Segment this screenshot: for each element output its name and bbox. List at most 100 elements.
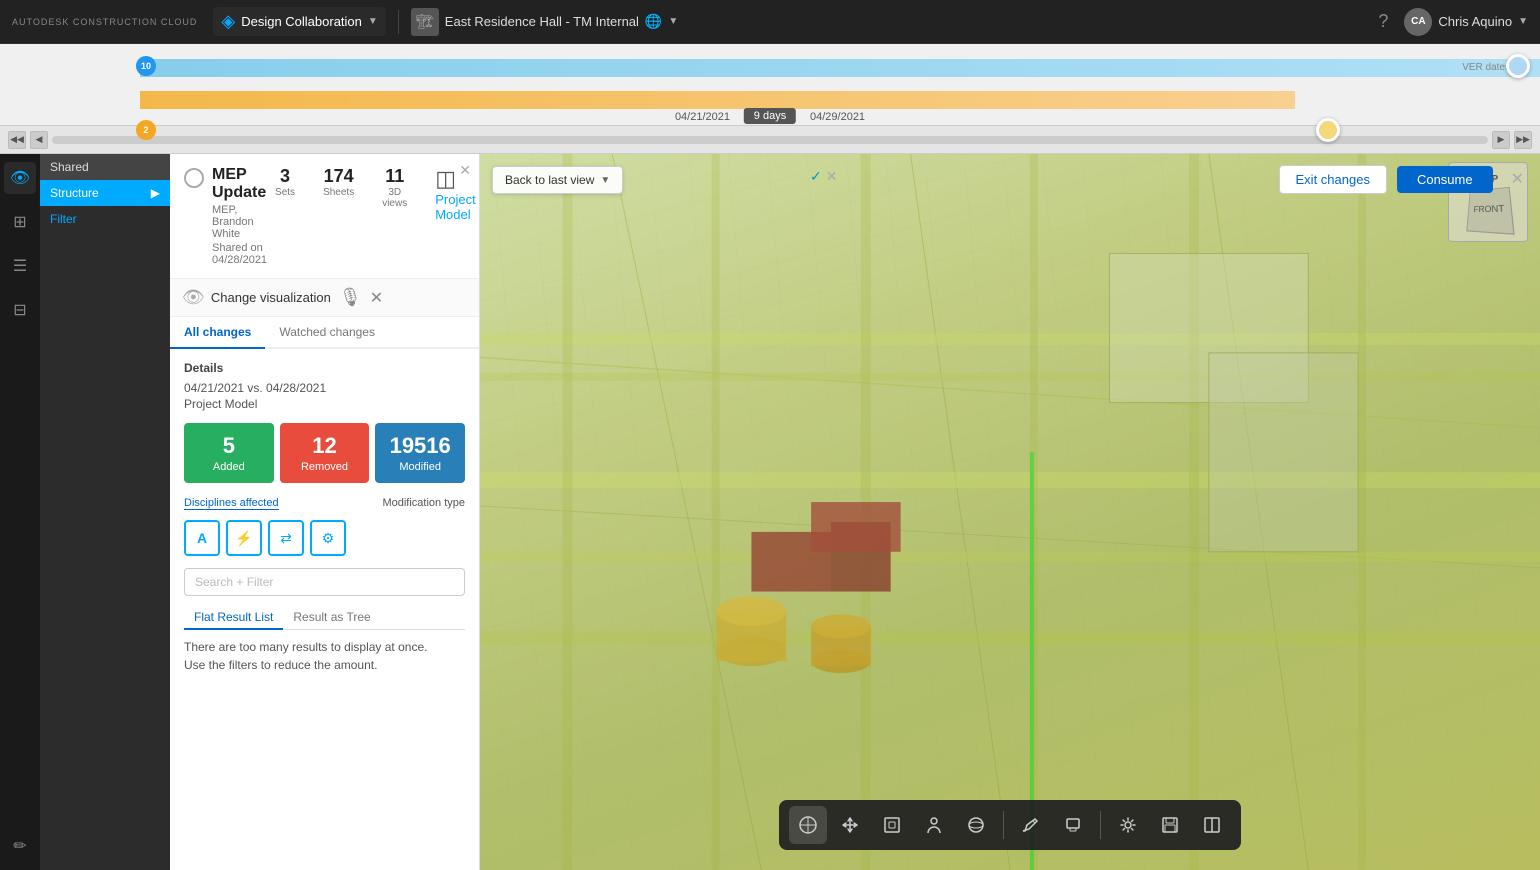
mep-sets-label: Sets: [275, 187, 295, 198]
tab-watched-changes[interactable]: Watched changes: [265, 317, 389, 349]
mep-close-icon[interactable]: ✕: [459, 162, 471, 179]
discipline-tab-modification[interactable]: Modification type: [382, 497, 465, 510]
sidebar-icon-layers[interactable]: ⊞: [4, 206, 36, 238]
badge-blue-count: 10: [141, 61, 151, 71]
toolbar-divider-1: [1003, 811, 1004, 839]
changes-tabs: All changes Watched changes: [170, 317, 479, 349]
sidebar-icon-stack[interactable]: ☰: [4, 250, 36, 282]
discipline-icon-plumb[interactable]: ⇄: [268, 520, 304, 556]
result-tabs: Flat Result List Result as Tree: [184, 606, 465, 630]
viz-title: Change visualization: [211, 290, 331, 305]
result-tab-flat[interactable]: Flat Result List: [184, 606, 283, 630]
toolbar-settings-btn[interactable]: [1109, 806, 1147, 844]
sidebar-icon-pencil[interactable]: ✏: [4, 830, 36, 862]
sidebar-structure-section[interactable]: Structure ▶: [40, 180, 170, 206]
search-filter-input[interactable]: Search + Filter: [184, 568, 465, 596]
user-initials: CA: [1411, 16, 1425, 27]
icon-sidebar: 👁 ⊞ ☰ ⊟ ✏: [0, 154, 40, 870]
timeline-scrubber[interactable]: [52, 136, 1488, 144]
main-layout: 👁 ⊞ ☰ ⊟ ✏ Shared Structure ▶ Filter MEP …: [0, 154, 1540, 870]
removed-count: 12: [286, 433, 364, 459]
timeline-prev-btn[interactable]: ◀: [30, 131, 48, 149]
discipline-icon-mech[interactable]: ⚙: [310, 520, 346, 556]
warning-text: There are too many results to display at…: [184, 638, 465, 674]
modified-count: 19516: [381, 433, 459, 459]
toolbar-fitview-btn[interactable]: [873, 806, 911, 844]
filter-link[interactable]: Filter: [40, 206, 170, 232]
app-name-button[interactable]: ◈ Design Collaboration ▼: [213, 7, 385, 36]
mep-sheets-count: 174: [323, 166, 354, 187]
timeline-track-blue-row: VER 2 10 VER dates: [0, 52, 1540, 84]
badge-orange-count: 2: [143, 125, 148, 135]
nav-front-label: FRONT: [1473, 203, 1504, 214]
timeline-end-btn[interactable]: ▶▶: [1514, 131, 1532, 149]
modified-label: Modified: [381, 461, 459, 473]
user-name-label: Chris Aquino: [1438, 14, 1512, 29]
viz-eye-icon: 👁: [182, 287, 205, 308]
toolbar-save-btn[interactable]: [1151, 806, 1189, 844]
timeline-back-btn[interactable]: ◀◀: [8, 131, 26, 149]
badge-orange: 2: [136, 120, 156, 140]
mep-status-circle: [184, 168, 204, 188]
project-dropdown-icon: ▼: [668, 16, 678, 27]
change-panel: MEP Update MEP, Brandon White Shared on …: [170, 154, 480, 870]
bottom-toolbar: [779, 800, 1241, 850]
toolbar-stamp-btn[interactable]: [1054, 806, 1092, 844]
viewport-close-btn[interactable]: ✕: [1511, 169, 1524, 189]
timeline-tooltip: 9 days: [744, 108, 796, 124]
discipline-icon-elec[interactable]: ⚡: [226, 520, 262, 556]
back-dropdown-arrow: ▼: [600, 175, 610, 186]
nav-separator: [398, 10, 399, 34]
toolbar-pen-btn[interactable]: [1012, 806, 1050, 844]
visualization-header: 👁 Change visualization 🎙 ✕: [170, 279, 479, 317]
toolbar-divider-2: [1100, 811, 1101, 839]
mep-stat-sets: 3 Sets: [275, 166, 295, 222]
exit-changes-button[interactable]: Exit changes: [1279, 165, 1387, 194]
tab-all-changes[interactable]: All changes: [170, 317, 265, 349]
3d-viewport[interactable]: Back to last view ▼ ✓ ✕ Exit changes Con…: [480, 154, 1540, 870]
added-label: Added: [190, 461, 268, 473]
tick-x-btn[interactable]: ✕: [826, 168, 838, 185]
mep-views-count: 11: [382, 166, 407, 187]
mep-model-link[interactable]: Project Model: [435, 192, 475, 222]
project-info: 🏗 East Residence Hall - TM Internal 🌐 ▼: [411, 8, 678, 36]
back-to-view-button[interactable]: Back to last view ▼: [492, 166, 623, 194]
warning-line2: Use the filters to reduce the amount.: [184, 656, 465, 674]
mep-shared-date: Shared on 04/28/2021: [212, 242, 267, 266]
toolbar-split-btn[interactable]: [1193, 806, 1231, 844]
removed-badge: 12 Removed: [280, 423, 370, 483]
user-menu[interactable]: CA Chris Aquino ▼: [1404, 8, 1528, 36]
timeline-next-btn[interactable]: ▶: [1492, 131, 1510, 149]
viz-close-btn[interactable]: ✕: [370, 288, 383, 308]
sidebar-icon-eye[interactable]: 👁: [4, 162, 36, 194]
user-dropdown-icon: ▼: [1518, 16, 1528, 27]
sidebar-structure-label: Structure: [50, 186, 99, 200]
toolbar-orbit-btn[interactable]: [957, 806, 995, 844]
details-section: Details 04/21/2021 vs. 04/28/2021 Projec…: [170, 349, 479, 870]
timeline-area: VER 2 10 VER dates 2 9 days 04/21/2021 0…: [0, 44, 1540, 154]
timeline-date2: 04/29/2021: [810, 111, 865, 123]
toolbar-person-btn[interactable]: [915, 806, 953, 844]
tick-down-btn[interactable]: ✓: [810, 168, 822, 185]
added-count: 5: [190, 433, 268, 459]
mep-author: MEP, Brandon White: [212, 204, 267, 240]
mep-sheets-label: Sheets: [323, 187, 354, 198]
viz-mic-icon[interactable]: 🎙: [339, 287, 362, 308]
warning-line1: There are too many results to display at…: [184, 638, 465, 656]
toolbar-select-btn[interactable]: [789, 806, 827, 844]
result-tab-tree[interactable]: Result as Tree: [283, 606, 380, 630]
timeline-bar-orange: [140, 91, 1295, 109]
timeline-thumb-blue[interactable]: [1506, 54, 1530, 78]
viewport-nav-ticks: ✓ ✕: [810, 168, 837, 185]
sidebar-shared-section: Shared: [40, 154, 170, 180]
discipline-tabs-row: Disciplines affected Modification type: [184, 497, 465, 510]
consume-button[interactable]: Consume: [1397, 166, 1493, 193]
discipline-tab-affected[interactable]: Disciplines affected: [184, 497, 279, 510]
help-icon[interactable]: ?: [1378, 11, 1388, 32]
badge-blue: 10: [136, 56, 156, 76]
mep-update-card: MEP Update MEP, Brandon White Shared on …: [170, 154, 479, 279]
discipline-icon-arch[interactable]: A: [184, 520, 220, 556]
timeline-thumb-orange[interactable]: [1316, 118, 1340, 142]
toolbar-pan-btn[interactable]: [831, 806, 869, 844]
sidebar-icon-grid[interactable]: ⊟: [4, 294, 36, 326]
